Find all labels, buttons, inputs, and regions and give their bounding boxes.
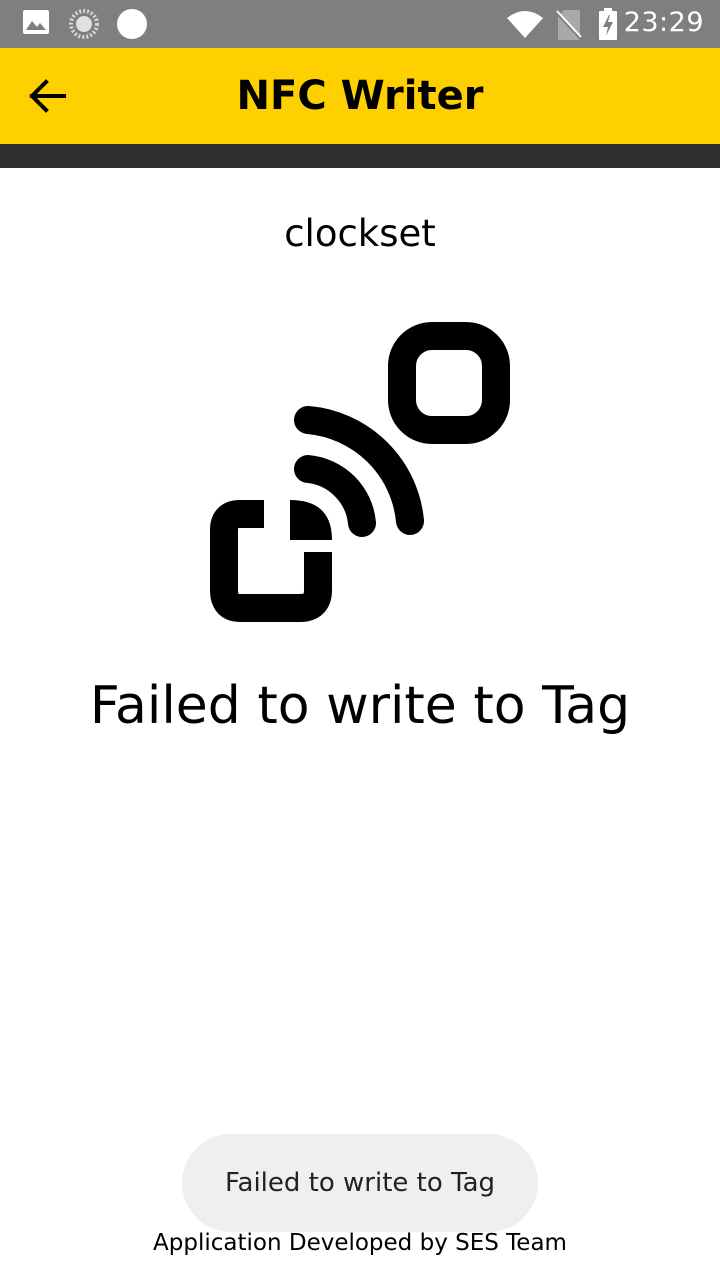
tag-name: clockset: [284, 212, 436, 255]
toast-message: Failed to write to Tag: [182, 1134, 538, 1232]
status-bar: 23:29: [0, 0, 720, 48]
wifi-icon: [506, 10, 544, 45]
back-button[interactable]: [16, 64, 80, 128]
toast-text: Failed to write to Tag: [224, 1168, 496, 1198]
app-title: NFC Writer: [236, 73, 484, 119]
app-bar: NFC Writer: [0, 48, 720, 144]
status-time: 23:29: [623, 7, 704, 38]
circle-icon: [116, 8, 148, 45]
app-bar-shadow-strip: [0, 144, 720, 168]
nfc-icon: [204, 316, 516, 628]
status-message: Failed to write to Tag: [89, 676, 631, 736]
battery-charging-icon: [598, 8, 618, 45]
screen: 23:29 NFC Writer clockset Failed to writ…: [0, 0, 720, 1280]
arrow-back-icon: [29, 79, 66, 113]
footer-credit: Application Developed by SES Team: [153, 1230, 567, 1256]
no-sim-icon: [555, 9, 583, 46]
sync-icon: [68, 8, 100, 45]
image-icon: [22, 8, 50, 41]
